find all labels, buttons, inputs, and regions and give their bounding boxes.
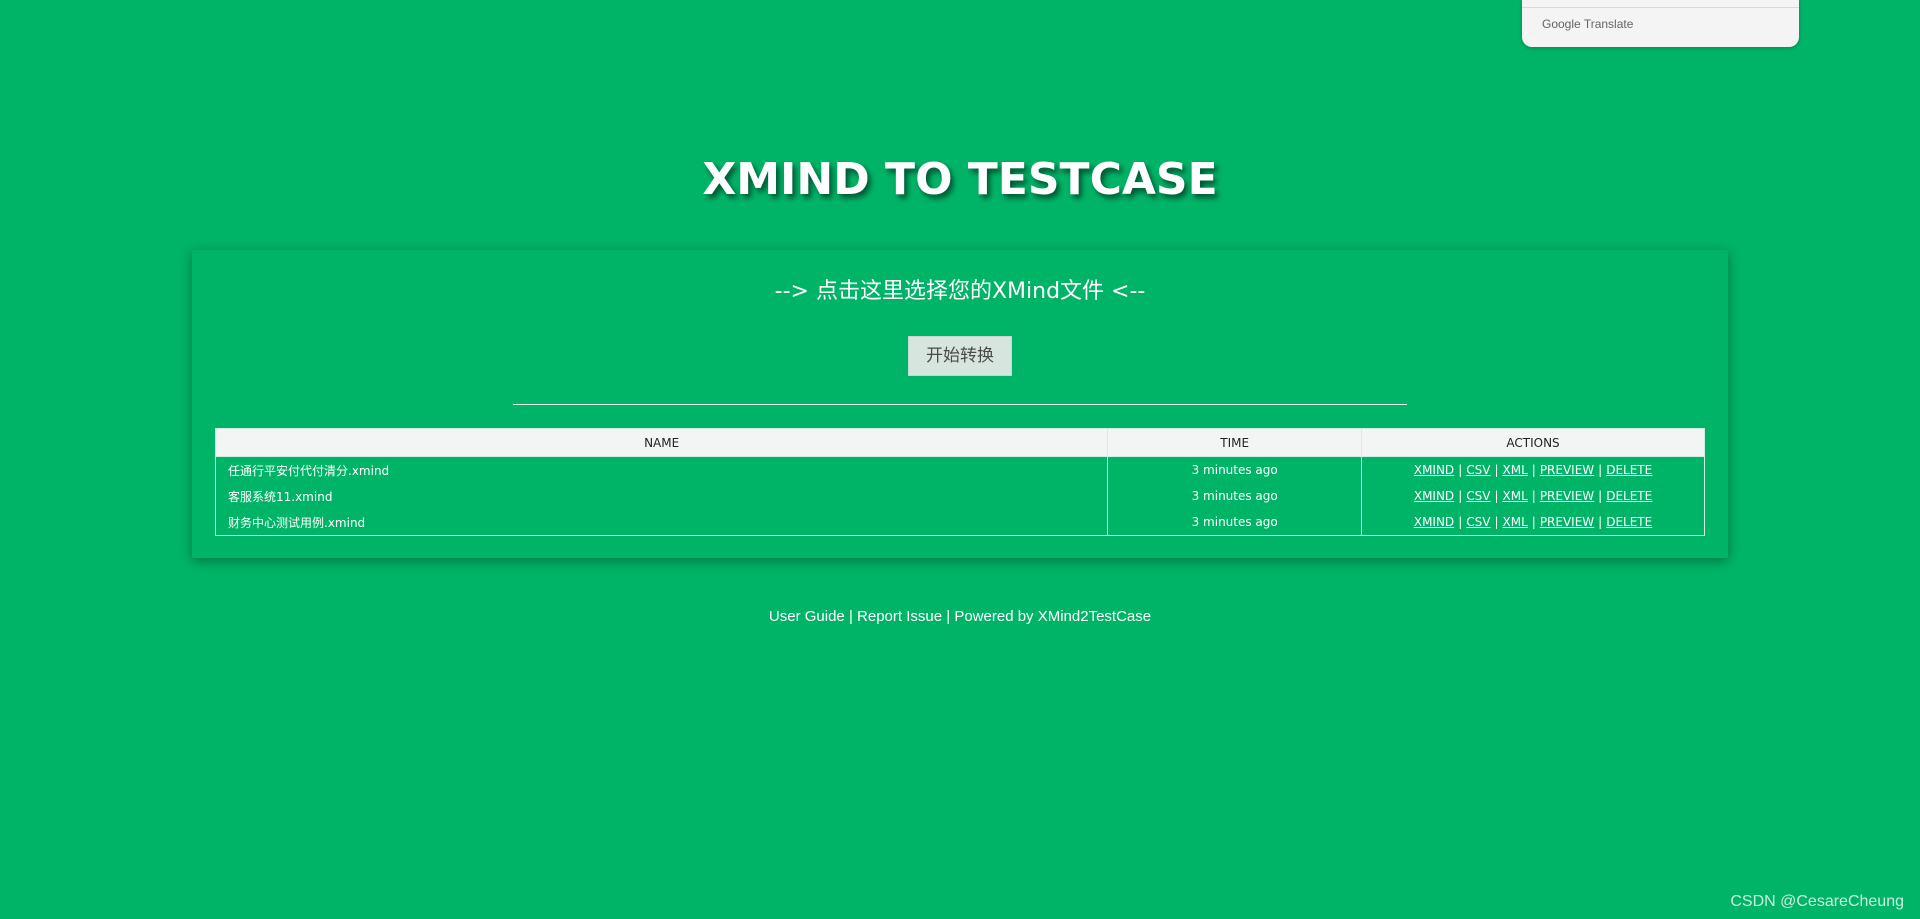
action-csv-link[interactable]: CSV	[1466, 515, 1490, 529]
file-name-cell: 财务中心测试用例.xmind	[215, 509, 1109, 536]
action-separator: |	[1598, 515, 1603, 529]
action-separator: |	[1531, 463, 1536, 477]
action-separator: |	[1494, 489, 1499, 503]
divider	[513, 404, 1407, 405]
file-name-cell: 任通行平安付代付清分.xmind	[215, 456, 1109, 483]
action-separator: |	[1598, 489, 1603, 503]
action-preview-link[interactable]: PREVIEW	[1540, 489, 1594, 503]
action-csv-link[interactable]: CSV	[1466, 489, 1490, 503]
file-time-cell: 3 minutes ago	[1107, 483, 1363, 509]
google-translate-popup: Google Translate	[1522, 0, 1799, 47]
table-row: 财务中心测试用例.xmind 3 minutes ago XMIND | CSV | XML…	[215, 509, 1705, 536]
action-separator: |	[1598, 463, 1603, 477]
file-table: NAME TIME ACTIONS 任通行平安付代付清分.xmind 3 minu…	[215, 428, 1705, 536]
action-separator: |	[1458, 515, 1463, 529]
upload-panel: --> 点击这里选择您的XMind文件 <-- 开始转换 NAME TIME A…	[192, 250, 1728, 558]
action-delete-link[interactable]: DELETE	[1606, 515, 1652, 529]
action-preview-link[interactable]: PREVIEW	[1540, 515, 1594, 529]
watermark: CSDN @CesareCheung	[1730, 893, 1904, 910]
report-issue-link[interactable]: Report Issue	[857, 608, 942, 625]
table-header-row: NAME TIME ACTIONS	[215, 428, 1705, 457]
table-row: 客服系统11.xmind 3 minutes ago XMIND | CSV | XML | P…	[215, 483, 1705, 509]
column-header-actions: ACTIONS	[1361, 428, 1705, 457]
file-actions-cell: XMIND | CSV | XML | PREVIEW | DELETE	[1362, 509, 1705, 536]
footer-separator: |	[946, 608, 951, 625]
footer-separator: |	[848, 608, 853, 625]
page-title: XMIND TO TESTCASE	[702, 154, 1218, 205]
file-actions-cell: XMIND | CSV | XML | PREVIEW | DELETE	[1362, 457, 1705, 484]
select-file-link[interactable]: --> 点击这里选择您的XMind文件 <--	[192, 275, 1728, 309]
user-guide-link[interactable]: User Guide	[769, 608, 845, 625]
action-separator: |	[1531, 515, 1536, 529]
action-separator: |	[1458, 489, 1463, 503]
column-header-name: NAME	[215, 428, 1109, 457]
google-translate-logo-icon: Google Translate	[1542, 17, 1633, 31]
file-actions-cell: XMIND | CSV | XML | PREVIEW | DELETE	[1362, 483, 1705, 509]
powered-by-link[interactable]: Powered by XMind2TestCase	[954, 608, 1151, 625]
table-row: 任通行平安付代付清分.xmind 3 minutes ago XMIND | CSV | X…	[215, 456, 1705, 484]
action-separator: |	[1494, 515, 1499, 529]
action-xmind-link[interactable]: XMIND	[1414, 515, 1454, 529]
action-separator: |	[1494, 463, 1499, 477]
convert-button[interactable]: 开始转换	[908, 336, 1012, 376]
action-xmind-link[interactable]: XMIND	[1414, 489, 1454, 503]
column-header-time: TIME	[1107, 428, 1363, 457]
footer: User Guide | Report Issue | Powered by X…	[0, 607, 1920, 627]
action-preview-link[interactable]: PREVIEW	[1540, 463, 1594, 477]
google-translate-brand-google: Google	[1542, 17, 1581, 31]
action-xml-link[interactable]: XML	[1503, 489, 1528, 503]
google-translate-divider	[1522, 7, 1799, 8]
file-name-cell: 客服系统11.xmind	[215, 483, 1109, 509]
file-time-cell: 3 minutes ago	[1107, 456, 1363, 483]
google-translate-brand-translate: Translate	[1583, 17, 1634, 31]
file-time-cell: 3 minutes ago	[1107, 509, 1363, 536]
action-delete-link[interactable]: DELETE	[1606, 463, 1652, 477]
action-xml-link[interactable]: XML	[1503, 515, 1528, 529]
action-csv-link[interactable]: CSV	[1466, 463, 1490, 477]
action-separator: |	[1458, 463, 1463, 477]
action-separator: |	[1531, 489, 1536, 503]
action-delete-link[interactable]: DELETE	[1606, 489, 1652, 503]
action-xmind-link[interactable]: XMIND	[1414, 463, 1454, 477]
action-xml-link[interactable]: XML	[1503, 463, 1528, 477]
